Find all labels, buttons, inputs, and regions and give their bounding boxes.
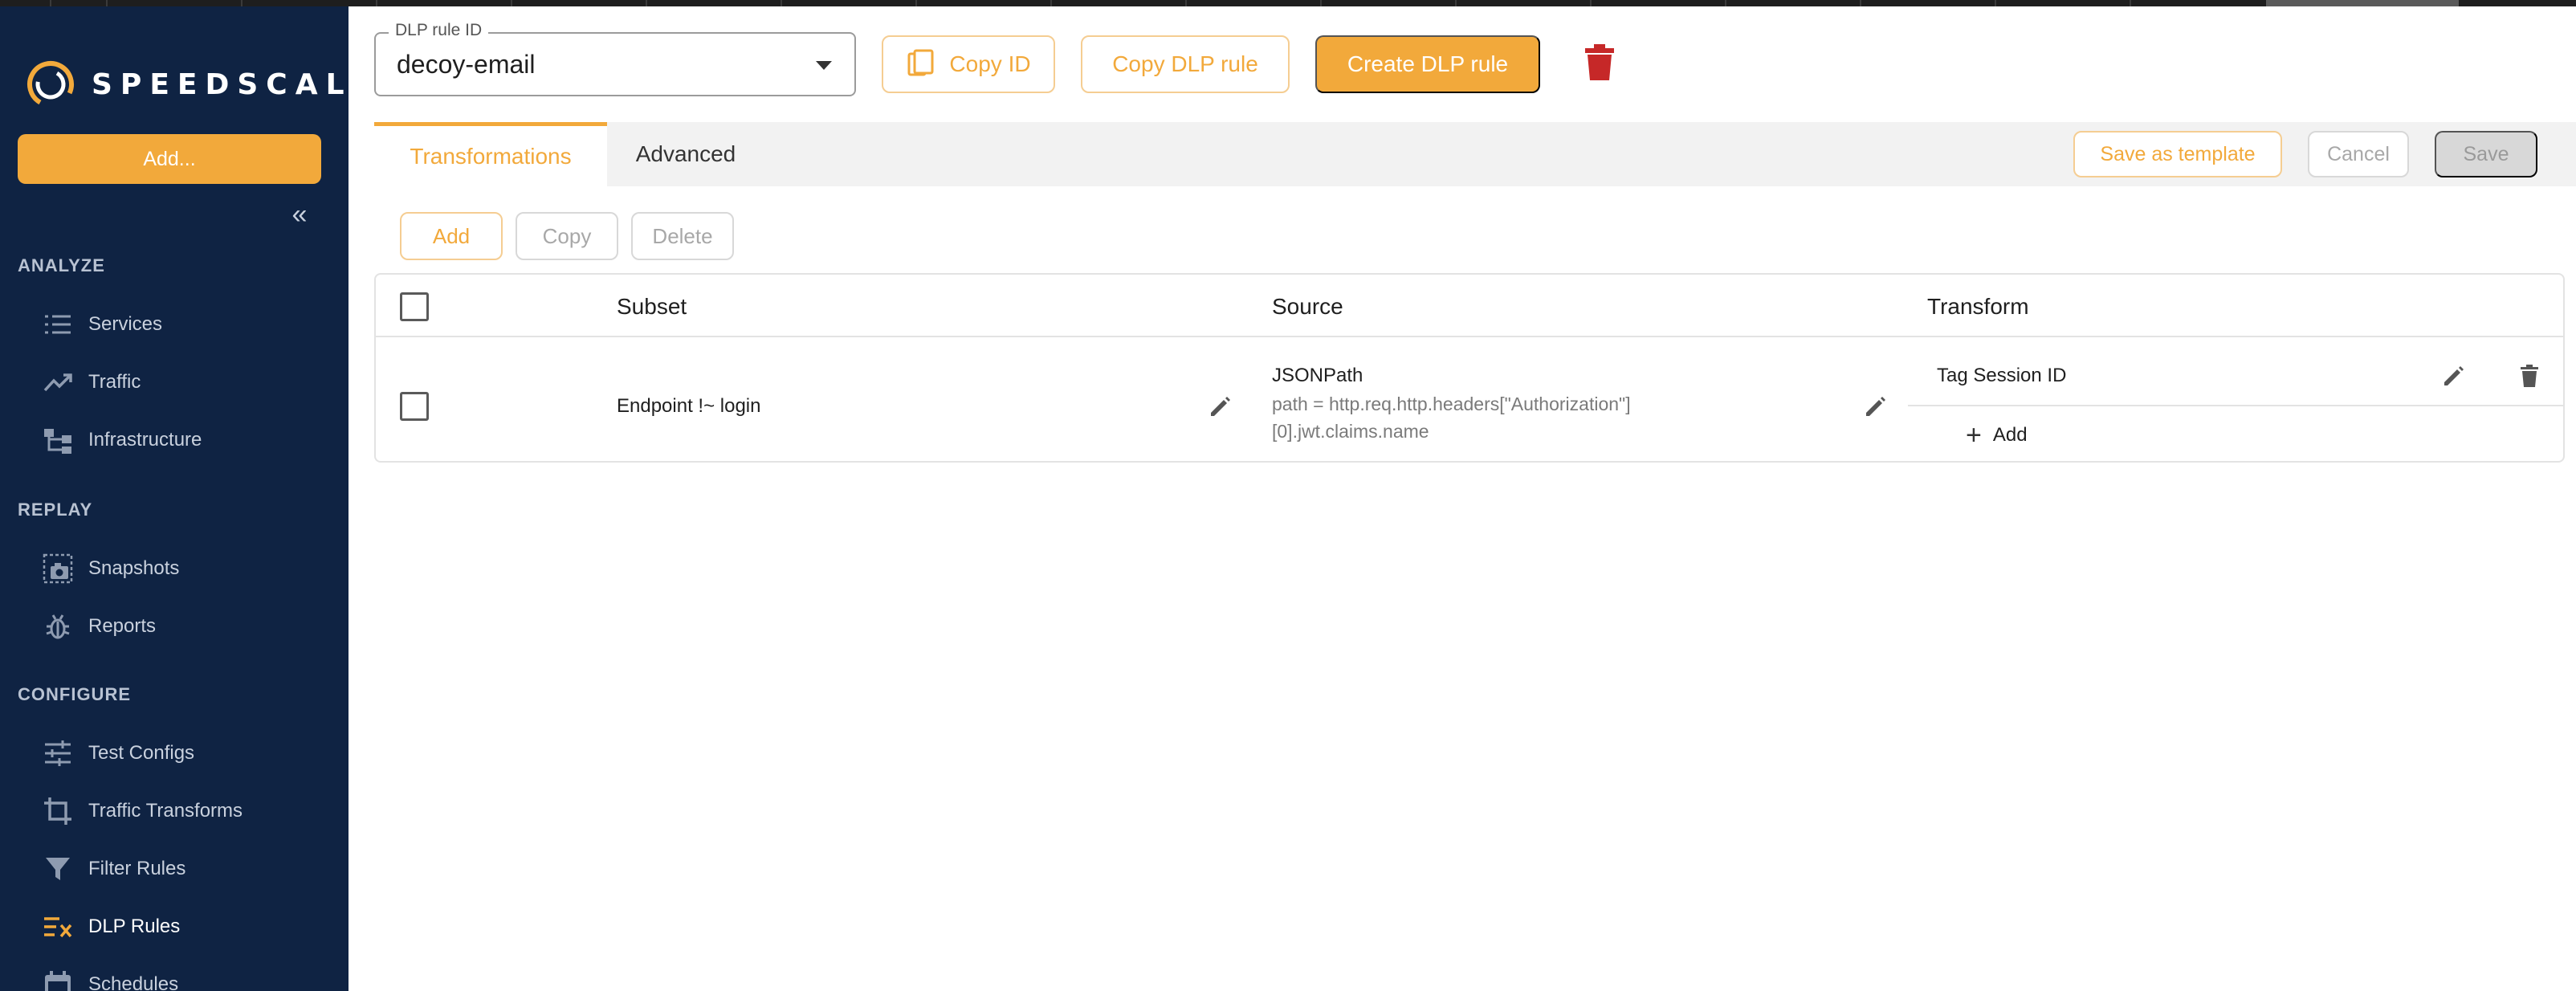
sidebar-item-services[interactable]: Services bbox=[42, 304, 331, 345]
double-chevron-left-icon[interactable]: « bbox=[286, 201, 313, 230]
sidebar-item-test-configs[interactable]: Test Configs bbox=[42, 732, 331, 774]
subset-value: Endpoint !~ login bbox=[617, 395, 761, 417]
copy-dlp-rule-button[interactable]: Copy DLP rule bbox=[1081, 35, 1290, 93]
column-header-transform: Transform bbox=[1927, 294, 2029, 319]
copy-id-label: Copy ID bbox=[949, 51, 1031, 76]
sidebar-item-label: Traffic bbox=[88, 371, 141, 393]
dlp-rule-id-label: DLP rule ID bbox=[389, 21, 489, 40]
section-label-configure: CONFIGURE bbox=[18, 684, 131, 704]
sidebar-item-schedules[interactable]: Schedules bbox=[42, 964, 331, 991]
tab-transformations[interactable]: Transformations bbox=[374, 122, 607, 186]
sidebar-item-label: Services bbox=[88, 313, 163, 335]
sidebar-item-label: Reports bbox=[88, 615, 157, 637]
copy-row-button[interactable]: Copy bbox=[516, 212, 618, 260]
top-window-strip bbox=[0, 0, 2576, 6]
sidebar-item-label: Snapshots bbox=[88, 557, 180, 579]
transform-value: Tag Session ID bbox=[1937, 365, 2067, 386]
sidebar-item-snapshots[interactable]: Snapshots bbox=[42, 548, 331, 589]
main-content: DLP rule ID decoy-email Copy ID Copy DLP… bbox=[348, 6, 2576, 991]
trending-up-icon bbox=[43, 373, 72, 392]
transformations-table: Subset Source Transform Endpoint !~ logi… bbox=[374, 273, 2565, 463]
cancel-button[interactable]: Cancel bbox=[2308, 131, 2409, 177]
bug-icon bbox=[46, 614, 70, 639]
delete-transform-trash-icon[interactable] bbox=[2517, 363, 2542, 389]
select-all-checkbox[interactable] bbox=[400, 292, 429, 321]
sidebar-item-dlp-rules[interactable]: DLP Rules bbox=[42, 906, 331, 948]
sidebar-item-infrastructure[interactable]: Infrastructure bbox=[42, 419, 331, 461]
sidebar-item-label: Test Configs bbox=[88, 742, 195, 764]
caret-down-icon[interactable] bbox=[816, 61, 832, 70]
edit-subset-pencil-icon[interactable] bbox=[1208, 394, 1233, 419]
delete-row-button[interactable]: Delete bbox=[631, 212, 734, 260]
save-button[interactable]: Save bbox=[2435, 131, 2537, 177]
save-as-template-button[interactable]: Save as template bbox=[2073, 131, 2282, 177]
section-label-analyze: ANALYZE bbox=[18, 255, 105, 275]
column-header-subset: Subset bbox=[617, 294, 687, 319]
redact-list-icon bbox=[44, 917, 72, 938]
add-button[interactable]: Add... bbox=[18, 134, 321, 184]
sidebar: SPEEDSCALE Add... « ANALYZE Services Tra… bbox=[0, 6, 348, 991]
sliders-icon bbox=[45, 740, 71, 766]
source-path-line-1: path = http.req.http.headers["Authorizat… bbox=[1272, 394, 1631, 414]
brand-logo[interactable]: SPEEDSCALE bbox=[26, 56, 348, 112]
sidebar-item-traffic[interactable]: Traffic bbox=[42, 361, 331, 403]
tabs-bar: Transformations Advanced Save as templat… bbox=[374, 122, 2576, 186]
sidebar-item-traffic-transforms[interactable]: Traffic Transforms bbox=[42, 790, 331, 832]
sidebar-item-label: Schedules bbox=[88, 973, 179, 991]
sidebar-item-label: Filter Rules bbox=[88, 858, 186, 879]
trash-icon[interactable] bbox=[1582, 43, 1617, 82]
source-path-line-2: [0].jwt.claims.name bbox=[1272, 421, 1429, 442]
edit-source-pencil-icon[interactable] bbox=[1863, 394, 1889, 419]
crop-icon bbox=[44, 797, 71, 825]
sidebar-item-label: Infrastructure bbox=[88, 429, 202, 451]
list-icon bbox=[45, 315, 71, 334]
dlp-rule-id-value: decoy-email bbox=[397, 50, 536, 79]
dlp-rule-id-select[interactable]: DLP rule ID decoy-email bbox=[374, 21, 856, 96]
section-label-replay: REPLAY bbox=[18, 500, 93, 520]
copy-id-button[interactable]: Copy ID bbox=[882, 35, 1055, 93]
add-row-button[interactable]: Add bbox=[400, 212, 503, 260]
column-header-source: Source bbox=[1272, 294, 1343, 319]
calendar-icon bbox=[45, 971, 71, 991]
camera-icon bbox=[43, 553, 73, 584]
sidebar-item-label: Traffic Transforms bbox=[88, 800, 243, 822]
edit-transform-pencil-icon[interactable] bbox=[2441, 363, 2467, 389]
hierarchy-icon bbox=[44, 429, 71, 454]
plus-icon: + bbox=[1966, 420, 1982, 451]
row-checkbox[interactable] bbox=[400, 392, 429, 421]
sidebar-item-label: DLP Rules bbox=[88, 916, 181, 937]
add-transform-button[interactable]: + Add bbox=[1966, 419, 2028, 451]
source-type: JSONPath bbox=[1272, 365, 1363, 386]
speedscale-logo-icon bbox=[27, 61, 74, 108]
sidebar-item-reports[interactable]: Reports bbox=[42, 606, 331, 647]
filter-icon bbox=[46, 858, 70, 880]
table-header: Subset Source Transform bbox=[376, 275, 2563, 337]
tab-advanced[interactable]: Advanced bbox=[607, 122, 764, 186]
sidebar-item-filter-rules[interactable]: Filter Rules bbox=[42, 848, 331, 890]
add-transform-label: Add bbox=[1992, 424, 2028, 446]
brand-name: SPEEDSCALE bbox=[92, 67, 348, 101]
copy-icon bbox=[907, 49, 934, 76]
create-dlp-rule-button[interactable]: Create DLP rule bbox=[1315, 35, 1540, 93]
transform-divider bbox=[1908, 405, 2565, 406]
